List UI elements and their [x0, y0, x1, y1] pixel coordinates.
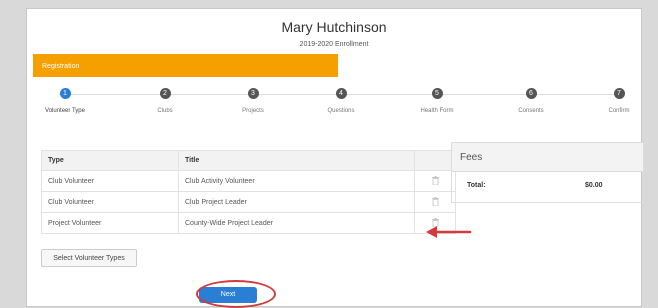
step-number-icon: 7: [613, 88, 625, 99]
fees-total-label: Total:: [467, 182, 486, 189]
step-consents[interactable]: 6 Consents: [501, 88, 561, 114]
step-label: Projects: [242, 108, 264, 114]
next-button-highlight-ring: [196, 280, 276, 308]
step-label: Consents: [518, 108, 544, 114]
step-confirm[interactable]: 7 Confirm: [589, 88, 649, 114]
step-label: Volunteer Type: [45, 108, 85, 114]
trash-icon: [431, 196, 439, 206]
step-projects[interactable]: 3 Projects: [223, 88, 283, 114]
step-number-icon: 2: [159, 88, 171, 99]
select-volunteer-types-button[interactable]: Select Volunteer Types: [41, 249, 137, 267]
member-name: Mary Hutchinson: [281, 19, 387, 35]
fees-heading: Fees: [452, 143, 643, 172]
cell-type: Club Volunteer: [41, 191, 179, 213]
table-header-row: Type Title: [41, 150, 456, 171]
cell-title: County-Wide Project Leader: [178, 212, 415, 234]
step-number-icon: 6: [525, 88, 537, 99]
cell-type: Club Volunteer: [41, 170, 179, 192]
step-label: Clubs: [157, 108, 173, 114]
table-row: Project Volunteer County-Wide Project Le…: [41, 212, 456, 234]
cell-title: Club Project Leader: [178, 191, 415, 213]
delete-row-button[interactable]: [414, 191, 456, 213]
step-indicator: 1 Volunteer Type 2 Clubs 3 Projects 4 Qu…: [33, 88, 637, 122]
step-label: Health Form: [420, 108, 454, 114]
registration-progress-bar: Registration: [33, 54, 338, 77]
column-header-title: Title: [178, 150, 415, 171]
step-label: Questions: [327, 108, 355, 114]
trash-icon: [431, 175, 439, 185]
red-arrow-icon: [426, 226, 472, 238]
cell-title: Club Activity Volunteer: [178, 170, 415, 192]
step-volunteer-type[interactable]: 1 Volunteer Type: [35, 88, 95, 114]
table-row: Club Volunteer Club Project Leader: [41, 191, 456, 213]
delete-row-button[interactable]: [414, 170, 456, 192]
fees-panel: Fees Total: $0.00: [451, 142, 644, 203]
column-header-actions: [414, 150, 456, 171]
column-header-type: Type: [41, 150, 179, 171]
enrollment-year: 2019-2020 Enrollment: [299, 41, 369, 48]
step-label: Confirm: [608, 108, 630, 114]
fees-total-value: $0.00: [585, 182, 603, 189]
step-number-icon: 4: [335, 88, 347, 99]
volunteer-types-table: Type Title Club Volunteer Club Activity …: [41, 150, 456, 234]
step-number-icon: 1: [59, 88, 71, 99]
enrollment-panel: Mary Hutchinson 2019-2020 Enrollment Reg…: [26, 8, 644, 308]
step-number-icon: 3: [247, 88, 259, 99]
step-questions[interactable]: 4 Questions: [311, 88, 371, 114]
step-health-form[interactable]: 5 Health Form: [407, 88, 467, 114]
table-row: Club Volunteer Club Activity Volunteer: [41, 170, 456, 192]
step-number-icon: 5: [431, 88, 443, 99]
cell-type: Project Volunteer: [41, 212, 179, 234]
step-clubs[interactable]: 2 Clubs: [135, 88, 195, 114]
registration-label: Registration: [42, 63, 80, 70]
